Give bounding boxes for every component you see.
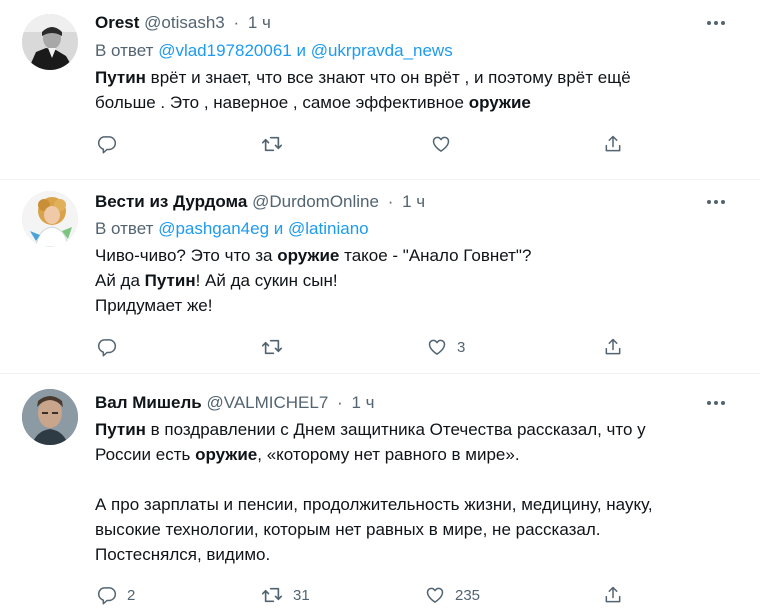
reply-and: и [273, 219, 284, 238]
avatar[interactable] [22, 14, 78, 70]
like-count: 235 [455, 586, 481, 604]
text-segment: в поздравлении с Днем защитника Отечеств… [145, 420, 646, 439]
author-handle[interactable]: @VALMICHEL7 [206, 393, 328, 412]
avatar[interactable] [22, 191, 78, 247]
author-name[interactable]: Orest [95, 13, 139, 32]
tweet-text: Путин врёт и знает, что все знают что он… [95, 65, 735, 115]
timestamp[interactable]: 1 ч [402, 192, 425, 211]
share-button[interactable] [603, 336, 623, 358]
share-icon [603, 134, 623, 154]
tweet-text: Чиво-чиво? Это что за оружие такое - "Ан… [95, 243, 735, 318]
timestamp[interactable]: 1 ч [248, 13, 271, 32]
tweet-actions [95, 133, 635, 155]
reply-icon [97, 134, 117, 154]
share-button[interactable] [603, 584, 623, 606]
text-line: Придумает же! [95, 293, 735, 318]
text-line: Ай да Путин! Ай да сукин сын! [95, 268, 735, 293]
text-segment: Придумает же! [95, 296, 213, 315]
highlighted-keyword: Путин [144, 271, 196, 290]
text-line: высокие технологии, которым нет равных в… [95, 517, 735, 542]
highlighted-keyword: Путин [95, 68, 146, 87]
reply-and: и [296, 41, 306, 60]
reply-mention-2[interactable]: @latiniano [288, 219, 369, 238]
text-segment: Ай да [95, 271, 145, 290]
reply-prefix: В ответ [95, 41, 154, 60]
text-line [95, 467, 735, 492]
text-segment: врёт и знает, что все знают что он врёт … [145, 68, 631, 87]
timestamp[interactable]: 1 ч [351, 393, 374, 412]
tweet-header: Вести из Дурдома @DurdomOnline · 1 ч [95, 191, 425, 213]
reply-prefix: В ответ [95, 219, 154, 238]
author-name[interactable]: Вести из Дурдома [95, 192, 247, 211]
retweet-button[interactable] [261, 336, 293, 358]
like-button[interactable] [431, 133, 461, 155]
separator-dot: · [337, 393, 343, 412]
reply-button[interactable] [97, 133, 127, 155]
share-icon [603, 585, 623, 605]
retweet-count: 31 [293, 586, 310, 604]
author-handle[interactable]: @otisash3 [144, 13, 225, 32]
separator-dot: · [387, 192, 394, 211]
text-segment: ! Ай да сукин сын! [195, 271, 338, 290]
author-handle[interactable]: @DurdomOnline [252, 192, 379, 211]
text-segment: Постеснялся, видимо. [95, 545, 271, 564]
retweet-button[interactable]: 31 [261, 584, 310, 606]
reply-mention-2[interactable]: @ukrpravda_news [311, 41, 453, 60]
text-segment: высокие технологии, которым нет равных в… [95, 520, 601, 539]
text-segment: России есть [95, 445, 196, 464]
avatar[interactable] [22, 389, 78, 445]
highlighted-keyword: оружие [468, 93, 531, 112]
like-button[interactable]: 3 [427, 336, 465, 358]
like-button[interactable]: 235 [425, 584, 480, 606]
text-line: Постеснялся, видимо. [95, 542, 735, 567]
share-icon [603, 337, 623, 357]
retweet-icon [261, 585, 283, 605]
tweet-2[interactable]: Вести из Дурдома @DurdomOnline · 1 ч В о… [0, 179, 760, 374]
text-line: России есть оружие, «которому нет равног… [95, 442, 735, 467]
like-icon [425, 585, 445, 605]
tweet-header: Orest @otisash3 · 1 ч [95, 12, 271, 34]
retweet-button[interactable] [261, 133, 293, 155]
reply-context: В ответ @vlad197820061 и @ukrpravda_news [95, 40, 453, 62]
text-line: больше . Это , наверное , самое эффектив… [95, 90, 735, 115]
retweet-icon [261, 337, 283, 357]
tweet-header: Вал Мишель @VALMICHEL7 · 1 ч [95, 392, 375, 414]
tweet-actions: 3 [95, 336, 635, 358]
reply-button[interactable] [97, 336, 127, 358]
tweet-1[interactable]: Orest @otisash3 · 1 ч В ответ @vlad19782… [0, 0, 760, 180]
tweet-3[interactable]: Вал Мишель @VALMICHEL7 · 1 ч Путин в поз… [0, 373, 760, 616]
reply-mention-1[interactable]: @vlad197820061 [158, 41, 292, 60]
reply-icon [97, 337, 117, 357]
tweet-actions: 2 31 235 [95, 584, 635, 606]
text-segment: больше . Это , наверное , самое эффектив… [95, 93, 469, 112]
tweet-text: Путин в поздравлении с Днем защитника От… [95, 417, 735, 567]
text-line: Путин в поздравлении с Днем защитника От… [95, 417, 735, 442]
text-line: Путин врёт и знает, что все знают что он… [95, 65, 735, 90]
more-icon[interactable] [704, 191, 728, 213]
author-name[interactable]: Вал Мишель [95, 393, 202, 412]
text-line: А про зарплаты и пенсии, продолжительнос… [95, 492, 735, 517]
reply-count: 2 [127, 586, 136, 604]
reply-mention-1[interactable]: @pashgan4eg [158, 219, 269, 238]
separator-dot: · [233, 13, 240, 32]
reply-icon [97, 585, 117, 605]
text-segment: А про зарплаты и пенсии, продолжительнос… [95, 495, 653, 514]
text-segment: такое - "Анало Говнет"? [339, 246, 532, 265]
like-icon [427, 337, 447, 357]
share-button[interactable] [603, 133, 623, 155]
highlighted-keyword: оружие [277, 246, 340, 265]
text-segment: Чиво-чиво? Это что за [95, 246, 278, 265]
more-icon[interactable] [704, 392, 728, 414]
text-line: Чиво-чиво? Это что за оружие такое - "Ан… [95, 243, 735, 268]
highlighted-keyword: оружие [195, 445, 258, 464]
more-icon[interactable] [704, 12, 728, 34]
like-count: 3 [457, 338, 466, 356]
reply-button[interactable]: 2 [97, 584, 135, 606]
highlighted-keyword: Путин [95, 420, 146, 439]
like-icon [431, 134, 451, 154]
retweet-icon [261, 134, 283, 154]
text-segment: , «которому нет равного в мире». [257, 445, 520, 464]
reply-context: В ответ @pashgan4eg и @latiniano [95, 218, 369, 240]
